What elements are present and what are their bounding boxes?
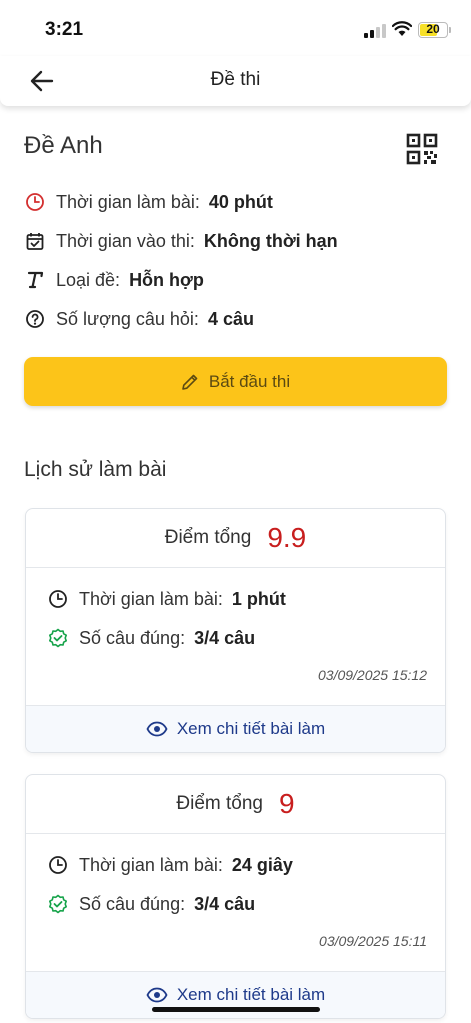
calendar-check-icon [24,230,46,252]
view-detail-label: Xem chi tiết bài làm [176,719,326,738]
attempt-time-label: Thời gian làm bài: [79,588,223,609]
attempt-time-label: Thời gian làm bài: [79,854,223,875]
attempt-correct-label: Số câu đúng: [79,893,186,914]
info-exam-type: Loại đề: Hỗn hợp [24,267,204,293]
pencil-icon [181,372,201,392]
info-value: 40 phút [208,191,273,212]
clock-icon [47,588,69,610]
attempt-correct-row: Số câu đúng: 3/4 câu [47,893,255,915]
info-duration: Thời gian làm bài: 40 phút [24,189,273,215]
attempt-time-value: 1 phút [231,588,286,609]
score-label: Điểm tổng [176,793,264,814]
verified-check-icon [47,893,69,915]
question-circle-icon [24,308,46,330]
page-title: Đề thi [210,69,261,90]
attempt-time-row: Thời gian làm bài: 1 phút [47,588,286,610]
attempt-details: Thời gian làm bài: 1 phút Số câu đúng: 3… [26,568,445,705]
eye-icon [146,984,168,1006]
attempt-score-header: Điểm tổng 9 [26,775,445,834]
history-title: Lịch sử làm bài [24,458,167,481]
attempt-datetime: 03/09/2025 15:11 [319,933,427,949]
clock-icon [47,854,69,876]
info-value: Hỗn hợp [129,269,204,290]
attempt-card: Điểm tổng 9.9 Thời gian làm bài: 1 phút … [25,508,446,753]
qr-code-button[interactable] [406,133,438,165]
attempt-correct-value: 3/4 câu [194,627,256,648]
view-detail-label: Xem chi tiết bài làm [176,985,326,1004]
view-attempt-detail-button[interactable]: Xem chi tiết bài làm [26,705,445,752]
wifi-icon [391,21,413,37]
info-entry-time: Thời gian vào thi: Không thời hạn [24,228,338,254]
battery-level: 20 [426,22,440,36]
attempt-time-value: 24 giây [231,854,293,875]
score-label: Điểm tổng [164,527,252,548]
start-exam-label: Bắt đầu thi [208,371,291,391]
info-value: Không thời hạn [203,230,338,251]
score-value: 9.9 [267,522,307,553]
info-question-count: Số lượng câu hỏi: 4 câu [24,306,254,332]
attempt-card: Điểm tổng 9 Thời gian làm bài: 24 giây S… [25,774,446,1019]
cellular-signal-icon [364,24,386,38]
attempt-details: Thời gian làm bài: 24 giây Số câu đúng: … [26,834,445,971]
attempt-score-header: Điểm tổng 9.9 [26,509,445,568]
info-value: 4 câu [207,308,254,329]
score-value: 9 [279,788,295,819]
text-type-icon [24,269,46,291]
start-exam-button[interactable]: Bắt đầu thi [24,357,447,406]
qr-code-icon [406,133,438,165]
status-time: 3:21 [45,19,84,40]
eye-icon [146,718,168,740]
exam-title: Đề Anh [24,132,103,159]
app-header: Đề thi [0,56,471,106]
attempt-datetime: 03/09/2025 15:12 [318,667,427,683]
attempt-correct-value: 3/4 câu [194,893,256,914]
info-label: Thời gian làm bài: [56,191,200,212]
battery-icon: 20 [418,22,448,38]
info-label: Số lượng câu hỏi: [56,308,199,329]
info-label: Thời gian vào thi: [56,230,195,251]
clock-icon [24,191,46,213]
attempt-time-row: Thời gian làm bài: 24 giây [47,854,293,876]
attempt-correct-row: Số câu đúng: 3/4 câu [47,627,255,649]
status-bar: 3:21 20 [0,0,471,56]
attempt-correct-label: Số câu đúng: [79,627,186,648]
info-label: Loại đề: [56,269,121,290]
home-indicator [152,1007,320,1012]
verified-check-icon [47,627,69,649]
